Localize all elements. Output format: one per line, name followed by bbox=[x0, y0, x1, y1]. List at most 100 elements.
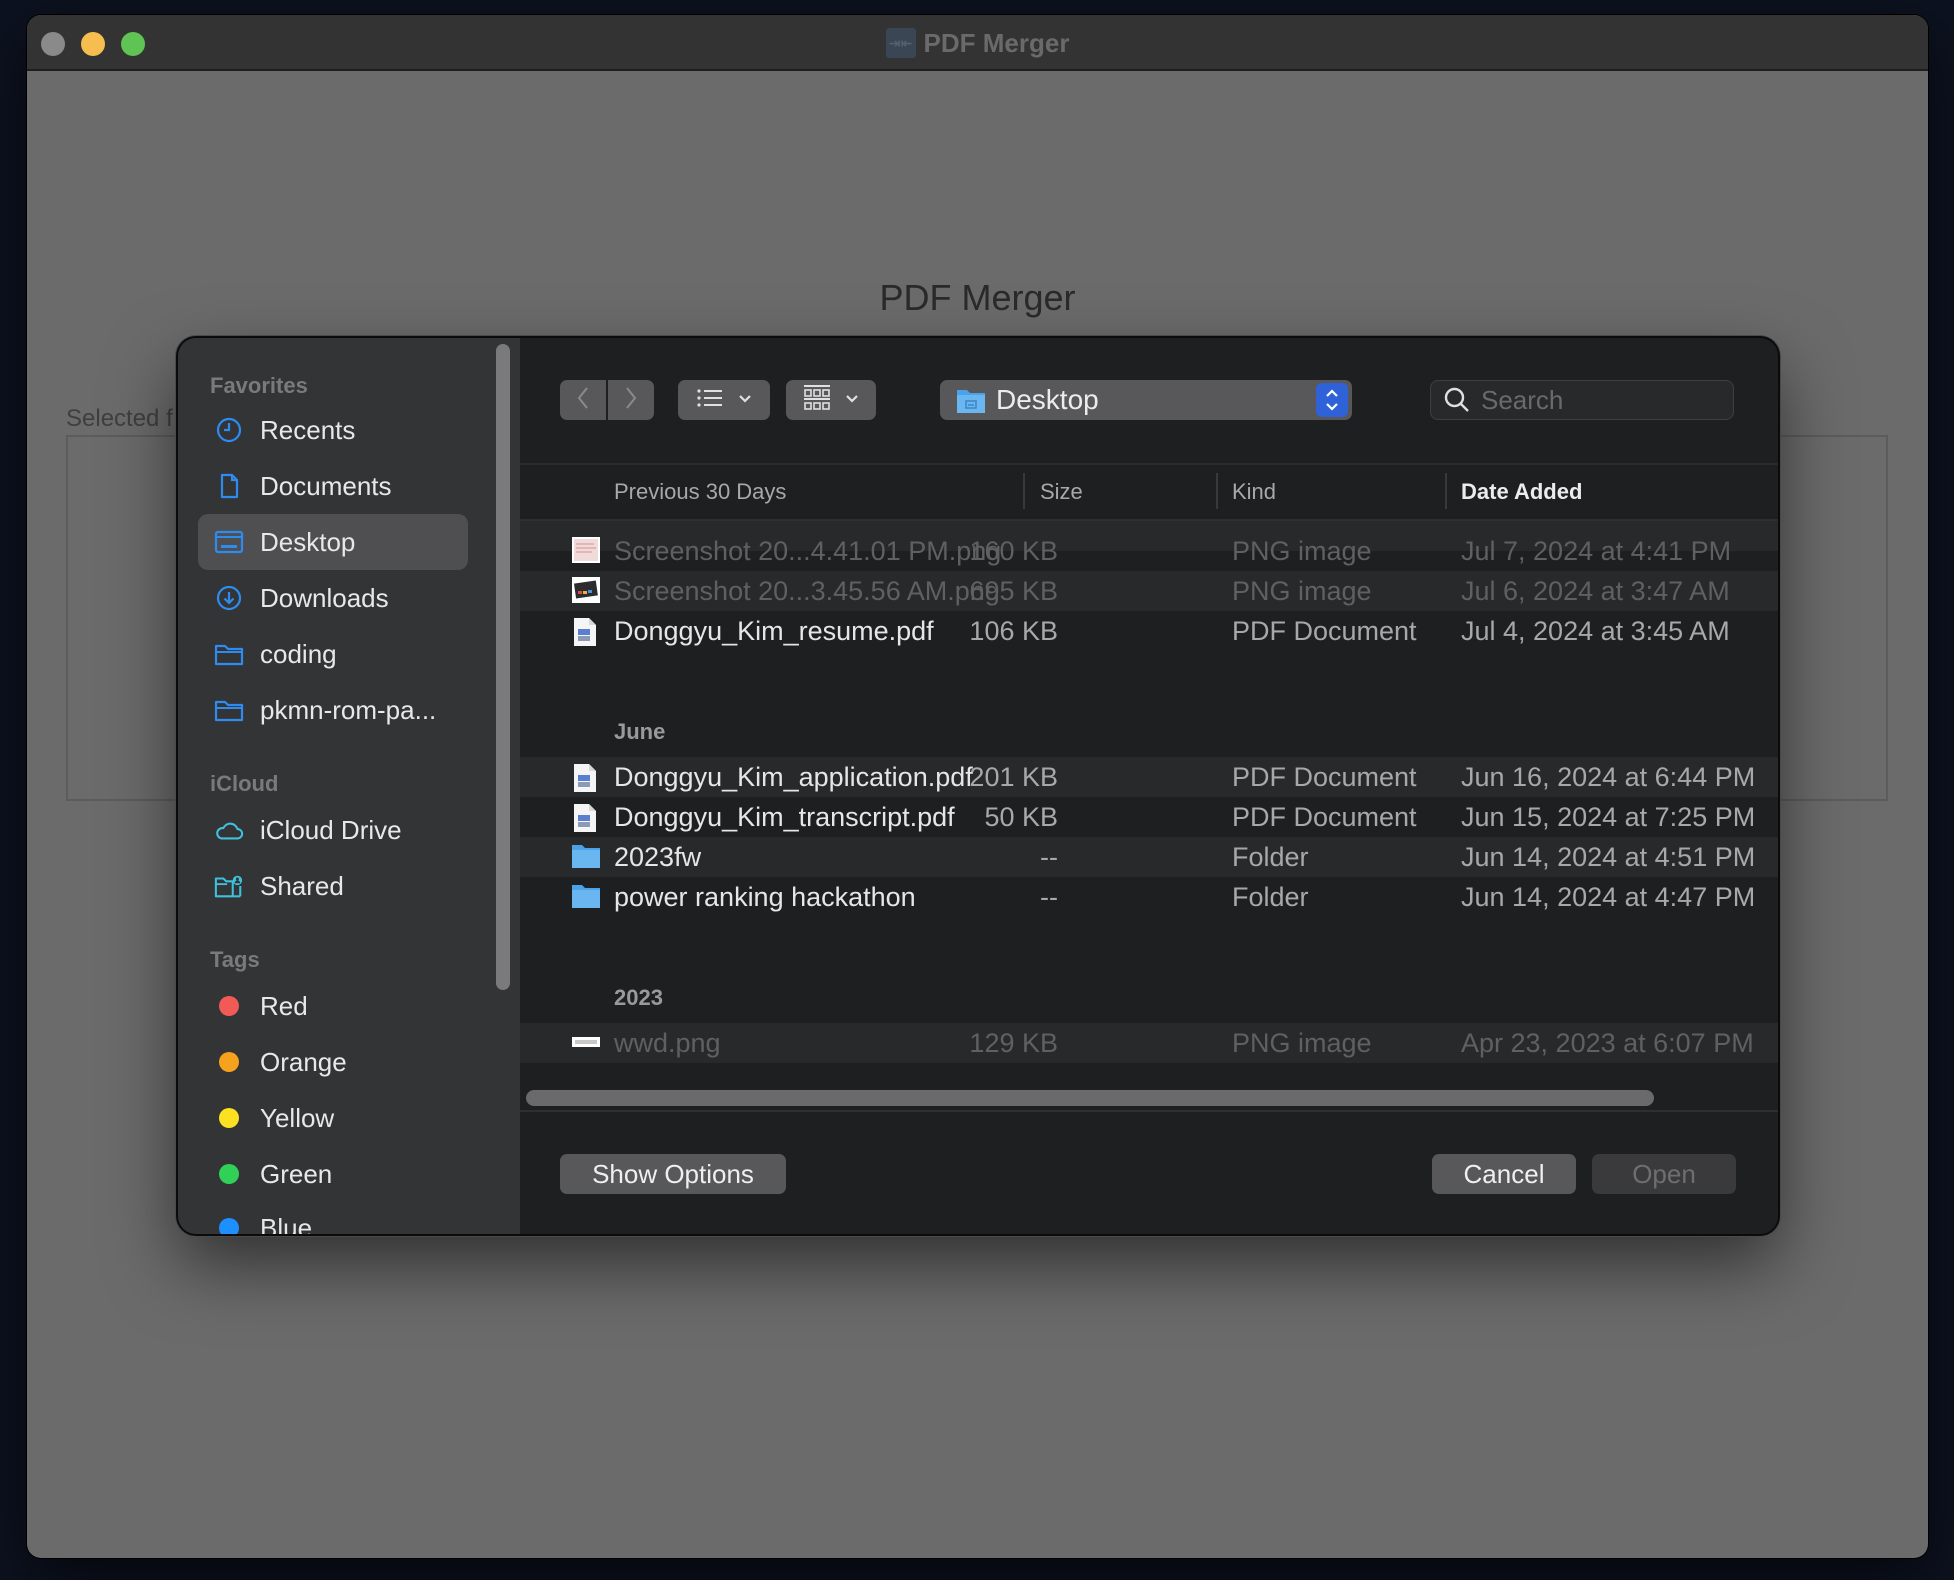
file-name: Donggyu_Kim_application.pdf bbox=[614, 761, 973, 792]
file-kind: PDF Document bbox=[1232, 615, 1417, 646]
group-header-june: June bbox=[614, 719, 666, 744]
shared-folder-icon bbox=[214, 871, 244, 901]
tag-color-dot-icon bbox=[219, 1164, 239, 1184]
sidebar-tag-yellow[interactable]: Yellow bbox=[198, 1090, 468, 1146]
list-view-icon bbox=[696, 387, 724, 414]
file-name: Donggyu_Kim_transcript.pdf bbox=[614, 801, 955, 832]
cloud-icon bbox=[214, 815, 244, 845]
clock-icon bbox=[214, 415, 244, 445]
file-date-added: Jun 15, 2024 at 7:25 PM bbox=[1461, 801, 1756, 832]
column-separator[interactable] bbox=[1023, 473, 1025, 509]
back-button[interactable] bbox=[560, 380, 606, 420]
grid-view-icon bbox=[803, 384, 831, 417]
file-name: Screenshot 20...4.41.01 PM.png bbox=[614, 535, 1002, 566]
sidebar-item-shared[interactable]: Shared bbox=[198, 858, 468, 914]
sidebar-item-label: coding bbox=[260, 638, 337, 669]
folder-icon bbox=[572, 843, 600, 871]
file-row[interactable]: Donggyu_Kim_transcript.pdf 50 KB PDF Doc… bbox=[520, 797, 1778, 837]
sidebar-tag-blue[interactable]: Blue bbox=[198, 1200, 468, 1234]
file-kind: PNG image bbox=[1232, 575, 1372, 606]
forward-button[interactable] bbox=[608, 380, 654, 420]
sidebar-tag-green[interactable]: Green bbox=[198, 1146, 468, 1202]
sidebar-item-pkmn-rom[interactable]: pkmn-rom-pa... bbox=[198, 682, 468, 738]
file-size: 695 KB bbox=[969, 575, 1058, 606]
search-input[interactable] bbox=[1481, 384, 1721, 416]
open-button[interactable]: Open bbox=[1592, 1154, 1736, 1194]
folder-icon bbox=[214, 695, 244, 725]
column-separator[interactable] bbox=[1445, 473, 1447, 509]
file-row[interactable]: Donggyu_Kim_resume.pdf 106 KB PDF Docume… bbox=[520, 611, 1778, 651]
window-title-text: PDF Merger bbox=[923, 27, 1070, 58]
file-row[interactable]: Donggyu_Kim_application.pdf 201 KB PDF D… bbox=[520, 757, 1778, 797]
column-header-date-added[interactable]: Date Added bbox=[1461, 479, 1582, 505]
file-row[interactable]: power ranking hackathon -- Folder Jun 14… bbox=[520, 877, 1778, 917]
horizontal-scrollbar-thumb[interactable] bbox=[526, 1090, 1654, 1106]
location-popup-button[interactable]: Desktop bbox=[940, 380, 1352, 420]
selected-files-label: Selected f bbox=[66, 405, 173, 432]
download-icon bbox=[214, 583, 244, 613]
title-bar: ⇥⇤ PDF Merger bbox=[27, 15, 1928, 71]
file-date-added: Jul 7, 2024 at 4:41 PM bbox=[1461, 535, 1732, 566]
column-header-name[interactable]: Previous 30 Days bbox=[614, 479, 786, 505]
window-title: ⇥⇤ PDF Merger bbox=[27, 15, 1928, 71]
sidebar-tag-orange[interactable]: Orange bbox=[198, 1034, 468, 1090]
chevron-left-icon bbox=[575, 385, 591, 416]
file-kind: Folder bbox=[1232, 841, 1309, 872]
sidebar-item-recents[interactable]: Recents bbox=[198, 402, 468, 458]
file-date-added: Jun 14, 2024 at 4:47 PM bbox=[1461, 881, 1756, 912]
pdf-file-icon bbox=[572, 763, 600, 792]
png-thumbnail-icon bbox=[572, 537, 600, 565]
sidebar-item-documents[interactable]: Documents bbox=[198, 458, 468, 514]
icon-view-button[interactable] bbox=[786, 380, 876, 420]
file-row[interactable]: Screenshot 20...3.45.56 AM.png 695 KB PN… bbox=[520, 571, 1778, 611]
sidebar-item-desktop[interactable]: Desktop bbox=[198, 514, 468, 570]
sidebar-tag-red[interactable]: Red bbox=[198, 978, 468, 1034]
list-view-button[interactable] bbox=[678, 380, 770, 420]
file-size: 50 KB bbox=[984, 801, 1058, 832]
file-name: Donggyu_Kim_resume.pdf bbox=[614, 615, 934, 646]
column-header-size[interactable]: Size bbox=[1040, 479, 1083, 505]
cancel-button[interactable]: Cancel bbox=[1432, 1154, 1576, 1194]
file-kind: PDF Document bbox=[1232, 801, 1417, 832]
chevron-down-icon bbox=[738, 391, 752, 409]
file-date-added: Apr 23, 2023 at 6:07 PM bbox=[1461, 1027, 1754, 1058]
file-name: 2023fw bbox=[614, 841, 702, 872]
sidebar-item-label: Downloads bbox=[260, 582, 389, 613]
file-browser: Desktop Previous 30 Days Size Kind Date … bbox=[520, 338, 1778, 1234]
sidebar-item-label: Green bbox=[260, 1158, 333, 1189]
file-kind: PDF Document bbox=[1232, 761, 1417, 792]
column-header-kind[interactable]: Kind bbox=[1232, 479, 1276, 505]
file-row[interactable]: wwd.png 129 KB PNG image Apr 23, 2023 at… bbox=[520, 1023, 1778, 1063]
group-header-2023: 2023 bbox=[614, 985, 663, 1010]
chevron-right-icon bbox=[623, 385, 639, 416]
file-list: Previous 30 Days Size Kind Date Added Sc… bbox=[520, 463, 1778, 1096]
sidebar-scrollbar[interactable] bbox=[496, 344, 510, 990]
column-separator[interactable] bbox=[1216, 473, 1218, 509]
sidebar-item-label: Orange bbox=[260, 1046, 347, 1077]
sidebar-item-icloud-drive[interactable]: iCloud Drive bbox=[198, 802, 468, 858]
open-file-dialog: Favorites Recents Documents Desktop Down… bbox=[178, 338, 1778, 1234]
sidebar-item-coding[interactable]: coding bbox=[198, 626, 468, 682]
folder-icon bbox=[572, 883, 600, 911]
search-field[interactable] bbox=[1430, 380, 1734, 420]
file-kind: PNG image bbox=[1232, 1027, 1372, 1058]
sidebar-item-downloads[interactable]: Downloads bbox=[198, 570, 468, 626]
location-label: Desktop bbox=[996, 384, 1099, 415]
pdf-file-icon bbox=[572, 617, 600, 646]
file-date-added: Jul 4, 2024 at 3:45 AM bbox=[1461, 615, 1730, 646]
sidebar-item-label: Shared bbox=[260, 870, 344, 901]
file-kind: PNG image bbox=[1232, 535, 1372, 566]
sidebar: Favorites Recents Documents Desktop Down… bbox=[178, 338, 520, 1234]
sidebar-item-label: Recents bbox=[260, 414, 356, 445]
file-row[interactable]: 2023fw -- Folder Jun 14, 2024 at 4:51 PM bbox=[520, 837, 1778, 877]
file-kind: Folder bbox=[1232, 881, 1309, 912]
show-options-button[interactable]: Show Options bbox=[560, 1154, 786, 1194]
file-size: 160 KB bbox=[969, 535, 1058, 566]
file-size: 201 KB bbox=[969, 761, 1058, 792]
file-name: power ranking hackathon bbox=[614, 881, 916, 912]
folder-icon bbox=[214, 639, 244, 669]
file-size: 106 KB bbox=[969, 615, 1058, 646]
tag-color-dot-icon bbox=[219, 996, 239, 1016]
footer-divider bbox=[520, 1110, 1778, 1112]
file-row[interactable]: Screenshot 20...4.41.01 PM.png 160 KB PN… bbox=[520, 531, 1778, 571]
